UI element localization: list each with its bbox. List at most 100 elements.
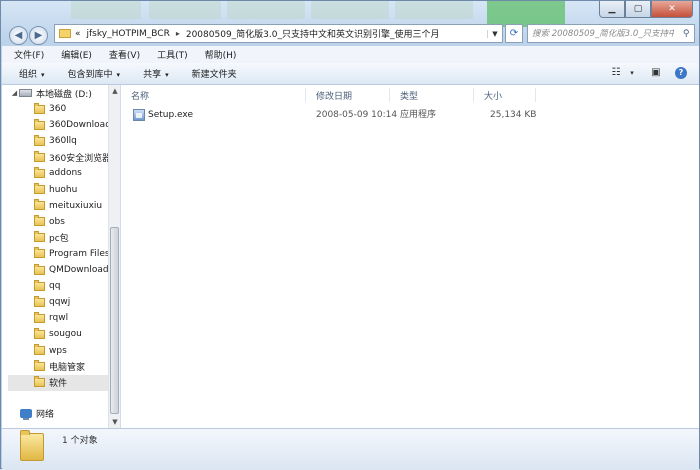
tree-folder-label: qq: [49, 281, 61, 292]
share-button[interactable]: 共享 ▾: [143, 67, 169, 80]
tree-folder[interactable]: QMDownload: [8, 262, 116, 278]
search-box[interactable]: ⚲: [527, 24, 695, 43]
folder-icon: [34, 247, 45, 259]
explorer-window: ▁ ▢ ✕ ◀ ▶ « jfsky_HOTPIM_BCR ▸ 20080509_…: [0, 0, 700, 470]
column-header-type[interactable]: 类型: [390, 88, 474, 102]
tree-folder[interactable]: Program Files: [8, 246, 116, 262]
organize-button[interactable]: 组织 ▾: [19, 67, 45, 80]
tree-network[interactable]: 网络: [20, 407, 54, 420]
column-date-label: 修改日期: [316, 91, 353, 102]
command-bar: 组织 ▾ 包含到库中 ▾ 共享 ▾ 新建文件夹 ☷ ▾ ▣ ?: [2, 63, 699, 85]
arrow-left-icon: ◀: [14, 30, 23, 41]
navigation-scrollbar[interactable]: ▲ ▼: [108, 85, 120, 428]
item-count: 1 个对象: [62, 436, 98, 446]
search-icon[interactable]: ⚲: [678, 29, 694, 39]
search-input[interactable]: [528, 28, 679, 39]
forward-button[interactable]: ▶: [29, 26, 48, 45]
chevron-down-icon: ▾: [116, 71, 121, 79]
tree-folder[interactable]: 360安全浏览器: [8, 149, 116, 165]
application-icon: [133, 109, 145, 121]
tree-folder[interactable]: 电脑管家: [8, 359, 116, 375]
tree-folder[interactable]: qqwj: [8, 294, 116, 310]
breadcrumb-separator[interactable]: ▸: [176, 29, 180, 38]
folder-icon: [34, 134, 45, 146]
close-icon[interactable]: ✕: [651, 1, 693, 18]
file-list: 名称 修改日期 类型 大小 Setup.exe 2008-05-09 10:14…: [121, 85, 699, 428]
help-icon[interactable]: ?: [675, 66, 687, 79]
tree-folder[interactable]: addons: [8, 165, 116, 181]
folder-icon: [34, 199, 45, 211]
tree-folder[interactable]: 软件: [8, 374, 108, 391]
tree-folder-label: 软件: [49, 379, 68, 390]
column-header-size[interactable]: 大小: [474, 88, 536, 102]
background-banner: [311, 1, 389, 19]
scrollbar-thumb[interactable]: [110, 227, 119, 414]
breadcrumb-parent[interactable]: jfsky_HOTPIM_BCR: [87, 29, 170, 39]
tree-folder[interactable]: obs: [8, 214, 116, 230]
preview-pane-icon[interactable]: ▣: [649, 66, 663, 79]
tree-folder-label: rqwl: [49, 313, 69, 324]
refresh-button[interactable]: ⟳: [505, 24, 523, 43]
folder-icon: [34, 102, 45, 114]
folder-icon: [34, 231, 45, 243]
tree-folder[interactable]: meituxiuxiu: [8, 198, 116, 214]
folder-icon: [34, 183, 45, 194]
address-bar[interactable]: « jfsky_HOTPIM_BCR ▸ 20080509_简化版3.0_只支持…: [54, 24, 503, 43]
tree-folder[interactable]: 360: [8, 101, 116, 117]
tree-folder[interactable]: 360Downloads: [8, 117, 116, 133]
menu-tools[interactable]: 工具(T): [146, 48, 194, 61]
tree-folder-label: qqwj: [49, 297, 71, 308]
organize-label: 组织: [19, 70, 38, 80]
drive-icon: [19, 89, 32, 97]
expanded-triangle-icon[interactable]: ◢: [10, 89, 19, 97]
tree-folder[interactable]: huohu: [8, 182, 116, 198]
menu-edit[interactable]: 编辑(E): [50, 48, 98, 61]
file-row[interactable]: Setup.exe 2008-05-09 10:14 应用程序 25,134 K…: [131, 107, 541, 123]
menu-view[interactable]: 查看(V): [98, 48, 146, 61]
column-type-label: 类型: [400, 91, 419, 102]
tree-folder[interactable]: rqwl: [8, 310, 116, 326]
folder-icon: [34, 263, 45, 275]
tree-folder-label: 电脑管家: [49, 363, 86, 374]
background-banner: [71, 1, 141, 19]
address-prefix[interactable]: «: [75, 29, 81, 39]
maximize-icon[interactable]: ▢: [625, 1, 651, 18]
chevron-down-icon[interactable]: ▼: [487, 29, 502, 38]
arrow-right-icon: ▶: [34, 30, 43, 41]
menu-help[interactable]: 帮助(H): [194, 48, 243, 61]
background-banner: [227, 1, 305, 19]
tree-folder[interactable]: wps: [8, 343, 116, 359]
scroll-down-icon[interactable]: ▼: [109, 416, 120, 428]
menu-file[interactable]: 文件(F): [2, 48, 50, 61]
scroll-up-icon[interactable]: ▲: [109, 85, 120, 97]
folder-icon: [34, 360, 45, 372]
chevron-down-icon: ▾: [41, 71, 45, 79]
tree-folder-label: 360Downloads: [49, 120, 116, 131]
column-header-date[interactable]: 修改日期: [306, 88, 390, 102]
folder-icon: [34, 344, 45, 355]
new-folder-button[interactable]: 新建文件夹: [192, 67, 237, 80]
chevron-down-icon[interactable]: ▾: [625, 66, 639, 79]
tree-folder[interactable]: sougou: [8, 326, 116, 342]
tree-folder-label: 360: [49, 104, 67, 114]
file-size: 25,134 KB: [490, 110, 537, 120]
view-options-icon[interactable]: ☷: [609, 66, 623, 79]
column-name-label: 名称: [131, 91, 150, 102]
tree-folder-label: addons: [49, 168, 82, 179]
tree-folder-label: meituxiuxiu: [49, 200, 103, 211]
include-in-library-button[interactable]: 包含到库中 ▾: [68, 67, 121, 80]
tree-folder[interactable]: qq: [8, 278, 116, 294]
breadcrumb-current[interactable]: 20080509_简化版3.0_只支持中文和英文识别引擎_使用三个月: [186, 27, 440, 40]
tree-drive[interactable]: ◢ 本地磁盘 (D:): [10, 85, 118, 101]
column-header-name[interactable]: 名称: [121, 88, 306, 102]
tree-folder[interactable]: pc包: [8, 230, 116, 246]
menu-bar: 文件(F) 编辑(E) 查看(V) 工具(T) 帮助(H): [2, 46, 699, 64]
folder-icon: [20, 430, 44, 461]
folder-icon: [34, 376, 45, 388]
file-type: 应用程序: [400, 110, 437, 120]
back-button[interactable]: ◀: [9, 26, 28, 45]
tree-folder-label: 360安全浏览器: [49, 153, 112, 164]
background-banner: [395, 1, 473, 19]
minimize-icon[interactable]: ▁: [599, 1, 625, 18]
tree-folder[interactable]: 360llq: [8, 133, 116, 149]
